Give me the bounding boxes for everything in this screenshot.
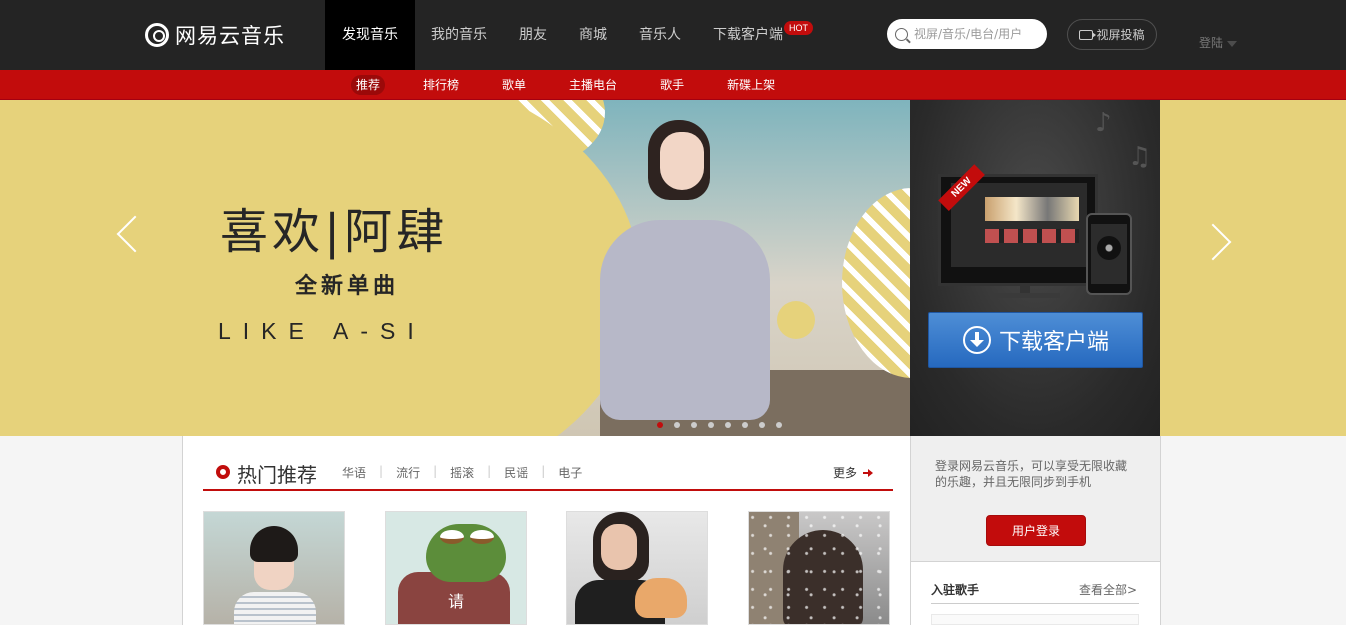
subnav-charts[interactable]: 排行榜 [418,75,464,95]
carousel-dot[interactable] [708,422,714,428]
arrow-right-icon [863,468,874,478]
carousel-dot[interactable] [691,422,697,428]
nav-my-music[interactable]: 我的音乐 [415,0,503,70]
right-sidebar: 登录网易云音乐，可以享受无限收藏的乐趣，并且无限同步到手机 用户登录 入驻歌手 … [911,436,1161,625]
login-description: 登录网易云音乐，可以享受无限收藏的乐趣，并且无限同步到手机 [935,459,1128,489]
resident-singers-title: 入驻歌手 [931,583,980,597]
carousel-dot[interactable] [776,422,782,428]
user-login-button[interactable]: 用户登录 [986,515,1086,546]
netease-music-icon [145,23,169,47]
banner-title: 喜欢|阿肆 [220,204,449,260]
view-all-singers-link[interactable]: 查看全部> [1079,581,1137,598]
hot-recommend-title[interactable]: 热门推荐 [237,459,317,488]
banner-image[interactable]: 喜欢|阿肆 全新单曲 LIKE A-SI [180,100,910,436]
tag-pop[interactable]: 流行 [396,464,420,481]
banner-english-title: LIKE A-SI [218,318,426,344]
tag-rock[interactable]: 摇滚 [450,464,474,481]
carousel-dots [657,422,782,428]
more-label: 更多 [833,466,858,480]
ring-icon [216,465,230,479]
chevron-right-icon[interactable] [1210,223,1232,261]
nav-download-label: 下载客户端 [713,27,783,43]
singer-card[interactable] [931,614,1139,625]
carousel-dot[interactable] [725,422,731,428]
mobile-client-image [1086,213,1132,295]
subnav-new-albums[interactable]: 新碟上架 [722,75,780,95]
carousel-dot[interactable] [759,422,765,428]
search-box[interactable] [887,19,1047,49]
subnav-playlists[interactable]: 歌单 [497,75,531,95]
tag-chinese[interactable]: 华语 [342,464,366,481]
music-note-icon: ♫ [1128,142,1152,172]
nav-store[interactable]: 商城 [563,0,623,70]
download-client-label: 下载客户端 [999,330,1110,355]
search-icon [895,27,908,41]
nav-download-client[interactable]: 下载客户端 HOT [697,0,813,70]
top-bar: 网易云音乐 发现音乐 我的音乐 朋友 商城 音乐人 下载客户端 HOT 视屏投稿… [0,0,1346,70]
nav-discover-music[interactable]: 发现音乐 [325,0,415,70]
carousel-dot[interactable] [742,422,748,428]
tag-folk[interactable]: 民谣 [504,464,528,481]
playlist-cover[interactable] [566,511,708,625]
main-nav: 发现音乐 我的音乐 朋友 商城 音乐人 下载客户端 HOT [325,0,813,70]
music-note-icon: ♪ [1095,108,1112,138]
main-content: 热门推荐 华语 | 流行 | 摇滚 | 民谣 | 电子 更多 请 [182,436,911,625]
brand-logo[interactable]: 网易云音乐 [145,20,285,50]
carousel-dot[interactable] [674,422,680,428]
yellow-shape-decoration [180,100,640,436]
video-upload-label: 视屏投稿 [1096,28,1145,42]
brand-name: 网易云音乐 [175,24,285,48]
nav-friends[interactable]: 朋友 [503,0,563,70]
banner-subtitle: 全新单曲 [295,273,400,299]
tag-electronic[interactable]: 电子 [558,464,582,481]
hot-badge: HOT [784,21,813,35]
chevron-left-icon[interactable] [116,215,138,253]
caret-down-icon [1227,40,1238,47]
subnav-artists[interactable]: 歌手 [655,75,689,95]
genre-tags: 华语 | 流行 | 摇滚 | 民谣 | 电子 [342,464,583,481]
resident-singers-header: 入驻歌手 查看全部> [931,578,1139,604]
playlist-cover[interactable] [748,511,890,625]
banner-carousel: 喜欢|阿肆 全新单曲 LIKE A-SI ♪ ♫ NEW 下载客户端 [0,100,1346,436]
nav-musician[interactable]: 音乐人 [623,0,697,70]
cover-text: 请 [448,592,465,611]
video-camera-icon [1079,29,1097,40]
download-client-button[interactable]: 下载客户端 [928,312,1143,368]
playlist-cover[interactable] [203,511,345,625]
subnav-radio[interactable]: 主播电台 [564,75,622,95]
hot-recommend-header: 热门推荐 华语 | 流行 | 摇滚 | 民谣 | 电子 更多 [203,454,893,491]
sub-nav: 推荐 排行榜 歌单 主播电台 歌手 新碟上架 [0,70,1346,100]
search-input[interactable] [914,27,1039,41]
download-icon [963,326,991,354]
singer-photo [600,220,770,420]
login-prompt: 登录网易云音乐，可以享受无限收藏的乐趣，并且无限同步到手机 用户登录 [911,436,1160,562]
download-panel: ♪ ♫ NEW 下载客户端 [910,100,1160,436]
login-label: 登陆 [1199,36,1224,50]
subnav-recommend[interactable]: 推荐 [351,75,386,95]
video-upload-button[interactable]: 视屏投稿 [1067,19,1157,50]
carousel-dot[interactable] [657,422,663,428]
login-link[interactable]: 登陆 [1199,34,1238,51]
playlist-cover[interactable]: 请 [385,511,527,625]
more-link[interactable]: 更多 [833,464,874,481]
